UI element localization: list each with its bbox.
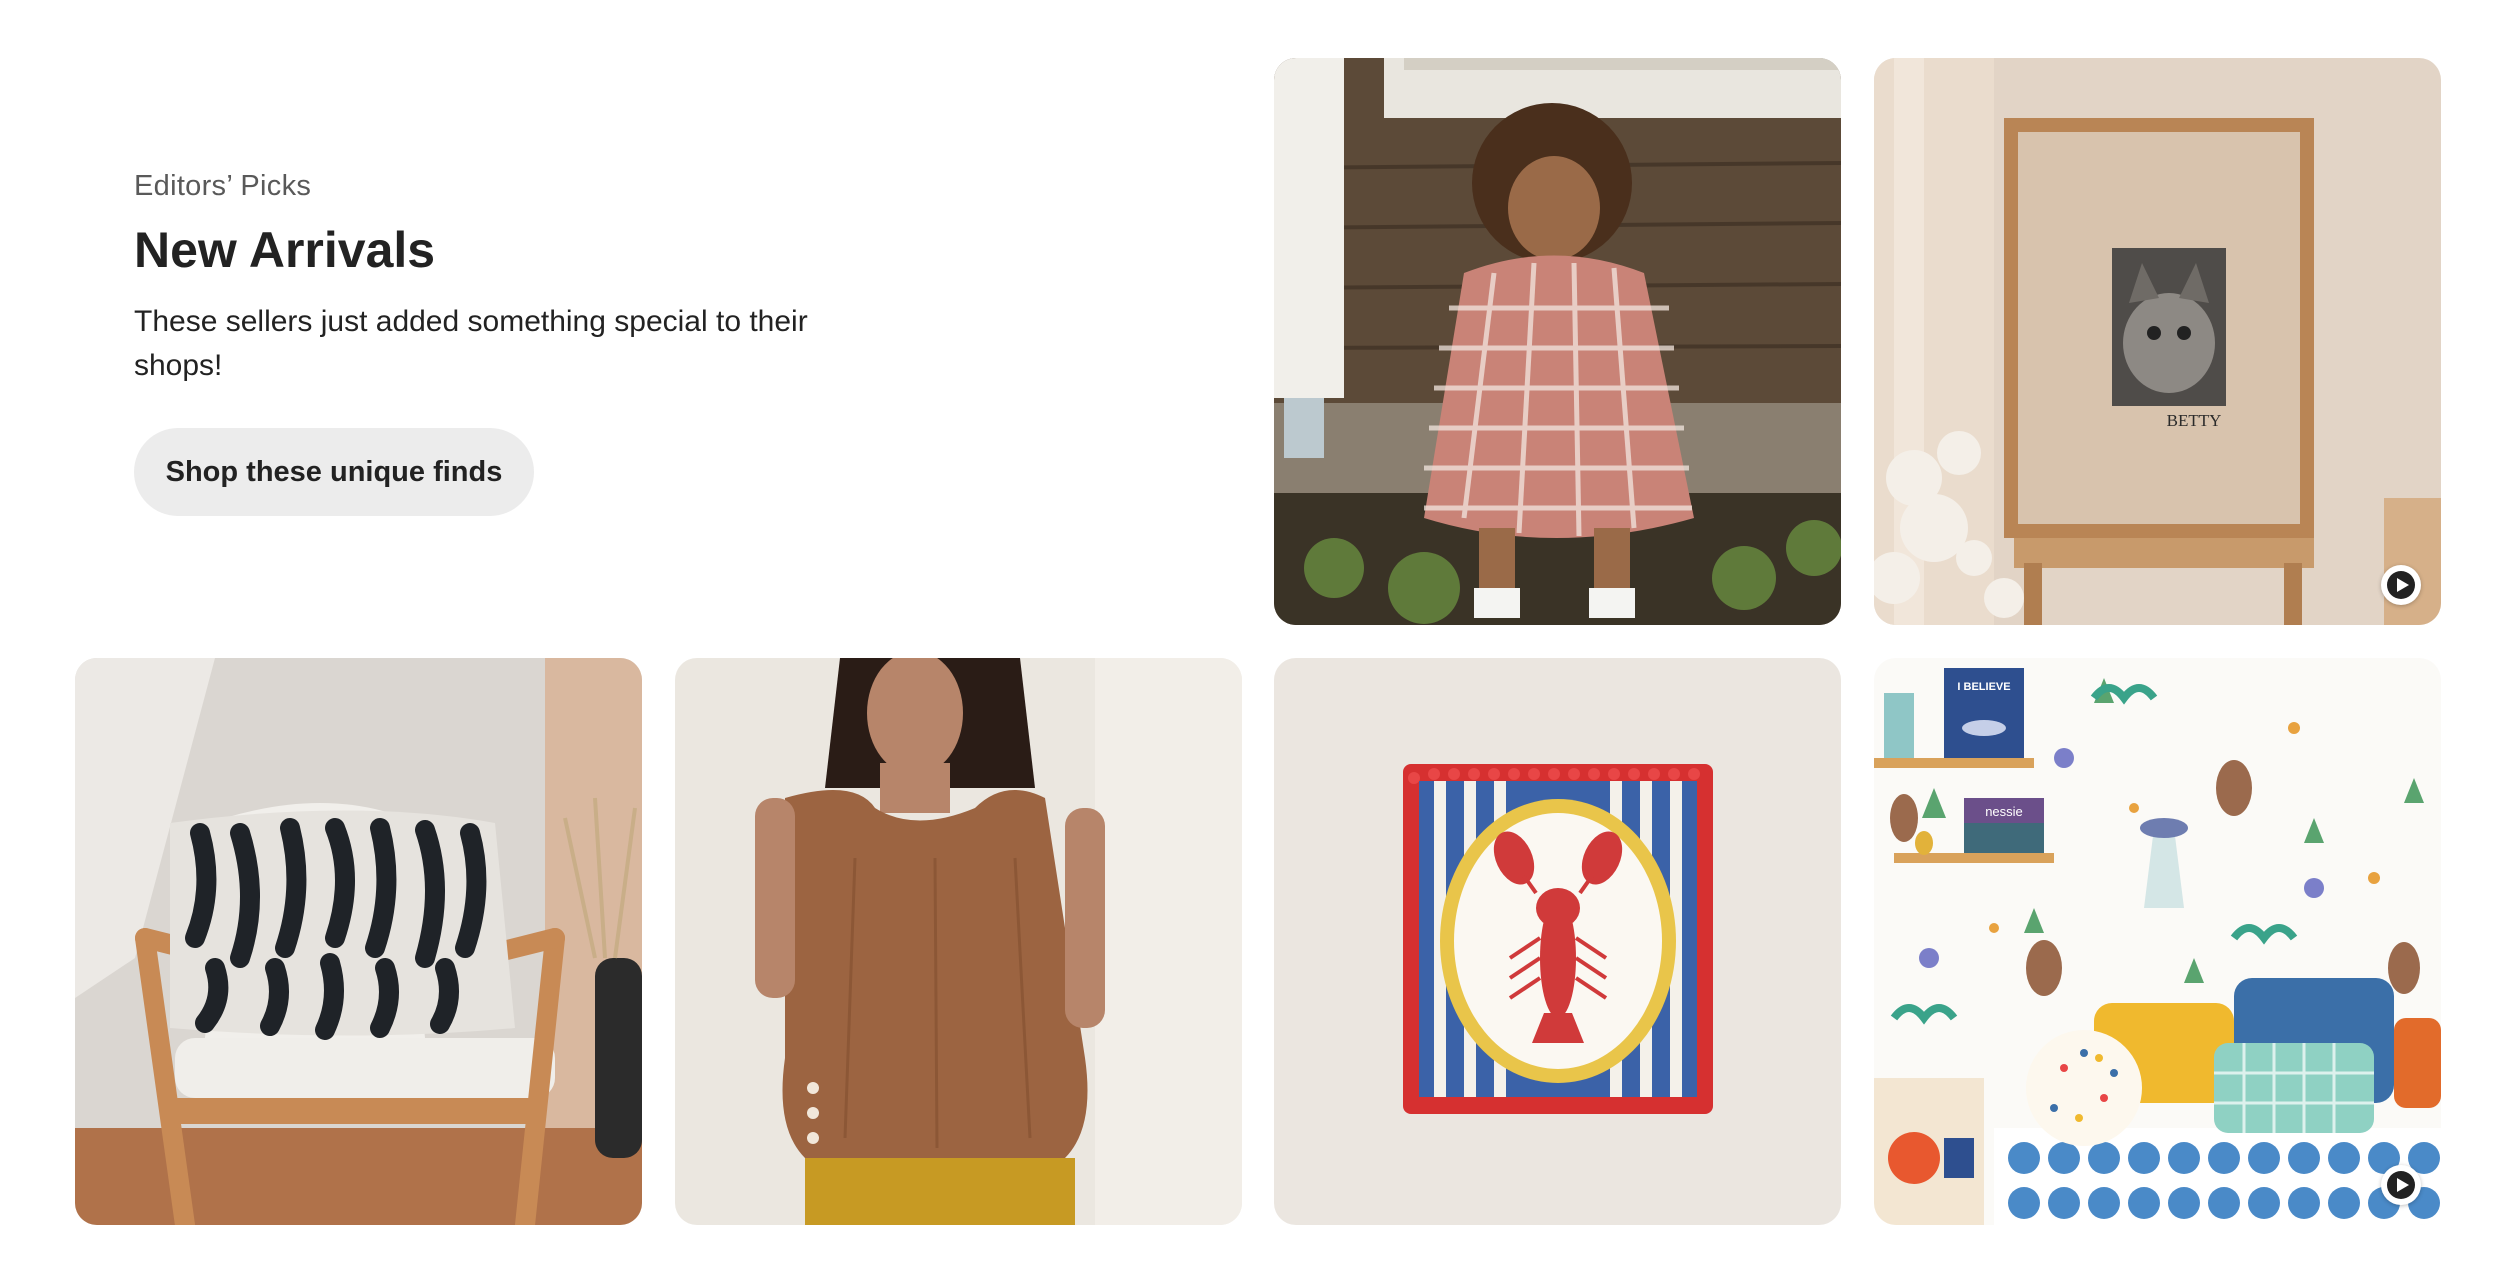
cat-print-caption: BETTY — [2167, 411, 2222, 430]
kids-wallpaper-image: I BELIEVE nessie — [1874, 658, 2441, 1225]
product-tile-lobster-print[interactable] — [1274, 658, 1841, 1225]
section-description: These sellers just added something speci… — [134, 305, 808, 382]
lobster-print-image — [1274, 658, 1841, 1225]
play-icon[interactable] — [2381, 565, 2421, 605]
cat-portrait-image: BETTY — [1874, 58, 2441, 625]
book-title-i-believe: I BELIEVE — [1957, 681, 2010, 693]
product-tile-linen-tank[interactable] — [675, 658, 1242, 1225]
product-tile-cat-portrait[interactable]: BETTY — [1874, 58, 2441, 625]
linen-tank-image — [675, 658, 1242, 1225]
section-title: New Arrivals — [134, 222, 436, 278]
product-tile-zebra-pillow[interactable] — [75, 658, 642, 1225]
child-dress-image — [1274, 58, 1841, 625]
product-tile-child-dress[interactable] — [1274, 58, 1841, 625]
shop-unique-finds-button[interactable]: Shop these unique finds — [134, 428, 534, 516]
section-eyebrow: Editors’ Picks — [134, 170, 312, 202]
zebra-pillow-image — [75, 658, 642, 1225]
product-tile-kids-wallpaper[interactable]: I BELIEVE nessie — [1874, 658, 2441, 1225]
book-title-nessie: nessie — [1985, 804, 2023, 819]
intro-block: Editors’ Picks New Arrivals These seller… — [134, 170, 834, 388]
play-icon[interactable] — [2381, 1165, 2421, 1205]
